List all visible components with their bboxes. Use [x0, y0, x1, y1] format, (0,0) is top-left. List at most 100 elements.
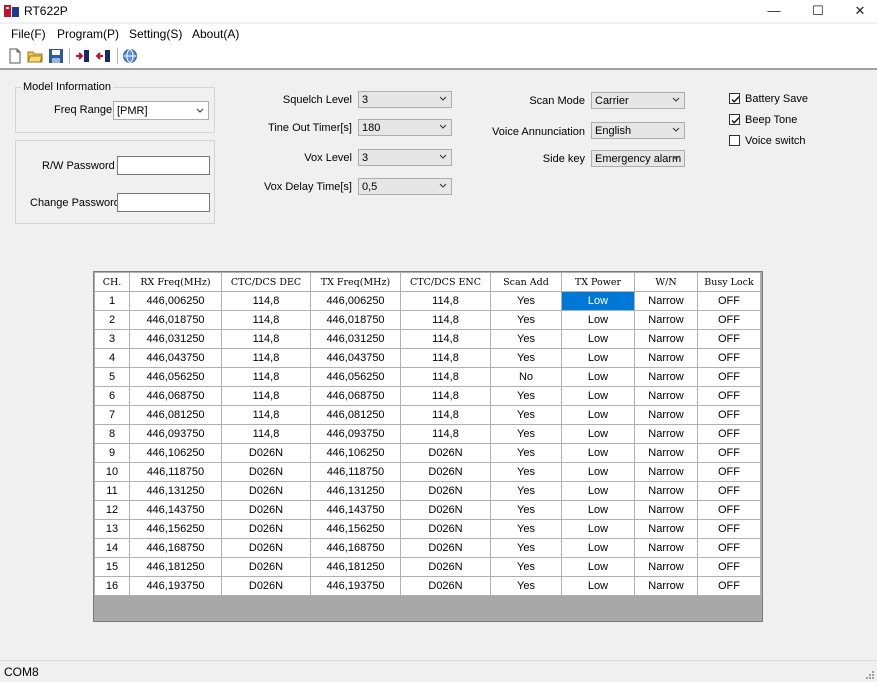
table-cell[interactable]: 446,093750 [310, 424, 401, 444]
table-cell[interactable]: 15 [94, 557, 130, 577]
table-cell[interactable]: D026N [400, 538, 491, 558]
table-cell[interactable]: Low [561, 519, 635, 539]
table-cell[interactable]: D026N [400, 519, 491, 539]
table-cell[interactable]: 114,8 [221, 291, 311, 311]
table-cell[interactable]: 446,006250 [129, 291, 222, 311]
table-cell[interactable]: 114,8 [221, 367, 311, 387]
table-cell[interactable]: Narrow [634, 386, 698, 406]
column-header[interactable]: CTC/DCS DEC [221, 272, 311, 292]
table-cell[interactable]: 8 [94, 424, 130, 444]
table-cell[interactable]: D026N [221, 481, 311, 501]
table-cell[interactable]: Narrow [634, 462, 698, 482]
table-cell[interactable]: OFF [697, 462, 761, 482]
table-cell[interactable]: 446,068750 [310, 386, 401, 406]
settings-globe-icon[interactable] [122, 48, 138, 64]
table-cell[interactable]: 12 [94, 500, 130, 520]
resize-grip-icon[interactable] [864, 669, 875, 680]
table-cell[interactable]: Narrow [634, 500, 698, 520]
column-header[interactable]: TX Freq(MHz) [310, 272, 401, 292]
table-cell[interactable]: 446,118750 [129, 462, 222, 482]
table-cell[interactable]: OFF [697, 576, 761, 596]
table-cell[interactable]: OFF [697, 329, 761, 349]
menu-file[interactable]: File(F) [11, 27, 46, 41]
table-cell[interactable]: Narrow [634, 367, 698, 387]
table-cell[interactable]: 446,131250 [129, 481, 222, 501]
table-cell[interactable]: D026N [221, 557, 311, 577]
table-cell[interactable]: Yes [490, 481, 562, 501]
table-cell[interactable]: Narrow [634, 424, 698, 444]
table-cell[interactable]: 114,8 [221, 348, 311, 368]
table-cell[interactable]: OFF [697, 538, 761, 558]
table-row[interactable]: 14 446,168750 D026N 446,168750 D026N Yes Low Na… [94, 538, 761, 558]
table-cell[interactable]: 16 [94, 576, 130, 596]
table-cell[interactable]: 114,8 [221, 310, 311, 330]
table-cell[interactable]: 114,8 [400, 329, 491, 349]
table-cell[interactable]: Low [561, 462, 635, 482]
table-cell[interactable]: 2 [94, 310, 130, 330]
table-cell[interactable]: 446,156250 [129, 519, 222, 539]
table-cell[interactable]: 446,043750 [129, 348, 222, 368]
save-icon[interactable] [48, 48, 64, 64]
table-row[interactable]: 16 446,193750 D026N 446,193750 D026N Yes Low Na… [94, 576, 761, 596]
table-cell[interactable]: 114,8 [221, 386, 311, 406]
table-cell[interactable]: OFF [697, 519, 761, 539]
column-header[interactable]: CH. [94, 272, 130, 292]
table-cell[interactable]: 11 [94, 481, 130, 501]
table-row[interactable]: 9 446,106250 D026N 446,106250 D026N Yes Low Nar… [94, 443, 761, 463]
table-cell[interactable]: Low [561, 538, 635, 558]
table-cell[interactable]: Low [561, 386, 635, 406]
close-button[interactable]: ✕ [838, 0, 877, 22]
table-cell[interactable]: 446,056250 [129, 367, 222, 387]
table-cell[interactable]: OFF [697, 291, 761, 311]
table-cell[interactable]: 446,056250 [310, 367, 401, 387]
table-cell[interactable]: 446,131250 [310, 481, 401, 501]
table-cell[interactable]: Yes [490, 386, 562, 406]
menu-program[interactable]: Program(P) [57, 27, 119, 41]
table-cell[interactable]: 446,143750 [129, 500, 222, 520]
table-cell[interactable]: 5 [94, 367, 130, 387]
table-cell[interactable]: Narrow [634, 348, 698, 368]
table-cell[interactable]: Narrow [634, 538, 698, 558]
column-header[interactable]: RX Freq(MHz) [129, 272, 222, 292]
table-cell[interactable]: 3 [94, 329, 130, 349]
write-radio-icon[interactable] [96, 48, 112, 64]
table-cell[interactable]: Yes [490, 329, 562, 349]
table-cell[interactable]: D026N [221, 443, 311, 463]
table-cell[interactable]: D026N [400, 462, 491, 482]
table-cell[interactable]: OFF [697, 500, 761, 520]
table-cell[interactable]: 446,193750 [129, 576, 222, 596]
table-cell[interactable]: Yes [490, 519, 562, 539]
voice-switch-checkbox[interactable] [729, 135, 740, 146]
table-cell[interactable]: 446,031250 [129, 329, 222, 349]
change-password-input[interactable] [117, 193, 210, 212]
table-cell[interactable]: Narrow [634, 443, 698, 463]
table-cell[interactable]: 13 [94, 519, 130, 539]
table-cell[interactable]: Yes [490, 500, 562, 520]
table-cell[interactable]: 114,8 [221, 329, 311, 349]
table-cell[interactable]: 14 [94, 538, 130, 558]
table-cell[interactable]: Narrow [634, 405, 698, 425]
table-cell[interactable]: Low [561, 576, 635, 596]
table-cell[interactable]: Yes [490, 462, 562, 482]
table-cell[interactable]: 446,106250 [310, 443, 401, 463]
maximize-button[interactable]: ☐ [796, 0, 840, 22]
table-cell[interactable]: Yes [490, 557, 562, 577]
battery-save-checkbox[interactable] [729, 93, 740, 104]
table-cell[interactable]: Low [561, 291, 635, 311]
table-cell[interactable]: Low [561, 310, 635, 330]
new-file-icon[interactable] [7, 48, 23, 64]
table-row[interactable]: 6 446,068750 114,8 446,068750 114,8 Yes Low Nar… [94, 386, 761, 406]
table-cell[interactable]: 446,181250 [129, 557, 222, 577]
table-cell[interactable]: Narrow [634, 481, 698, 501]
table-cell[interactable]: 446,143750 [310, 500, 401, 520]
column-header[interactable]: W/N [634, 272, 698, 292]
vox-delay-select[interactable]: 0,5 [358, 178, 452, 195]
table-row[interactable]: 15 446,181250 D026N 446,181250 D026N Yes Low Na… [94, 557, 761, 577]
table-row[interactable]: 12 446,143750 D026N 446,143750 D026N Yes Low Na… [94, 500, 761, 520]
table-cell[interactable]: OFF [697, 310, 761, 330]
table-cell[interactable]: Yes [490, 538, 562, 558]
table-cell[interactable]: 446,031250 [310, 329, 401, 349]
read-radio-icon[interactable] [75, 48, 91, 64]
open-folder-icon[interactable] [27, 48, 43, 64]
table-cell[interactable]: D026N [221, 519, 311, 539]
